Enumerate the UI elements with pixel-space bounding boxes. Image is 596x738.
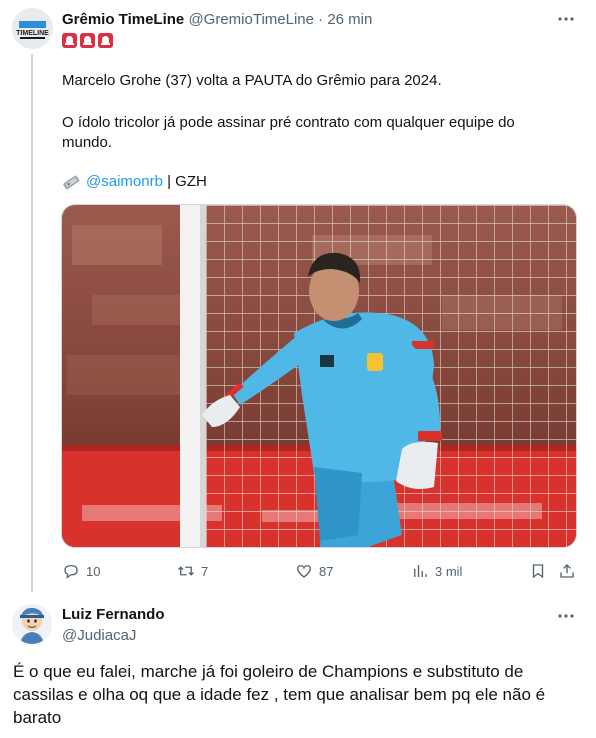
author-name[interactable]: Grêmio TimeLine (62, 11, 184, 28)
time-separator: · (318, 11, 324, 28)
more-icon (558, 614, 574, 618)
tweet-photo[interactable] (61, 204, 577, 548)
reply-button[interactable]: 10 (62, 562, 100, 580)
source-author-link[interactable]: @saimonrb (86, 173, 163, 190)
siren-icon (80, 33, 95, 48)
retweet-button[interactable]: 7 (177, 562, 208, 580)
reply-icon (64, 565, 78, 579)
like-count: 87 (319, 563, 334, 579)
more-icon (558, 17, 574, 21)
views-icon (414, 565, 427, 577)
tweet-paragraph-1: Marcelo Grohe (37) volta a PAUTA do Grêm… (62, 72, 442, 89)
share-button[interactable] (558, 562, 576, 580)
camera-icon (63, 175, 80, 190)
bookmark-icon (532, 564, 544, 579)
retweet-count: 7 (201, 563, 209, 579)
like-button[interactable]: 87 (295, 562, 333, 580)
like-icon (296, 565, 312, 578)
siren-emojis (62, 33, 113, 48)
siren-icon (62, 33, 77, 48)
tweet-header: Grêmio TimeLine @GremioTimeLine · 26 min (62, 11, 372, 28)
reply-more-options-button[interactable] (556, 606, 576, 626)
retweet-icon (178, 566, 194, 576)
avatar-text: TIMELINE (16, 30, 49, 37)
views-button[interactable]: 3 mil (411, 562, 462, 580)
author-handle[interactable]: @GremioTimeLine (188, 11, 314, 28)
tweet-paragraph-2: O ídolo tricolor já pode assinar pré con… (62, 114, 515, 151)
reply-count: 10 (86, 563, 101, 579)
reply-text: É o que eu falei, marche já foi goleiro … (13, 662, 546, 727)
source-outlet: | GZH (162, 173, 207, 190)
reply-author-handle[interactable]: @JudiacaJ (62, 627, 136, 644)
tweet-source-line: @saimonrb | GZH (62, 172, 562, 192)
bookmark-button[interactable] (529, 562, 547, 580)
author-avatar[interactable]: TIMELINE (12, 8, 53, 49)
tweet-time[interactable]: 26 min (327, 11, 372, 28)
more-options-button[interactable] (556, 9, 576, 29)
reply-author-name[interactable]: Luiz Fernando (62, 606, 165, 623)
views-count: 3 mil (435, 563, 463, 579)
share-icon (560, 564, 574, 578)
reply-author-avatar[interactable] (12, 604, 52, 644)
siren-icon (98, 33, 113, 48)
thread-connector-line (31, 54, 33, 592)
